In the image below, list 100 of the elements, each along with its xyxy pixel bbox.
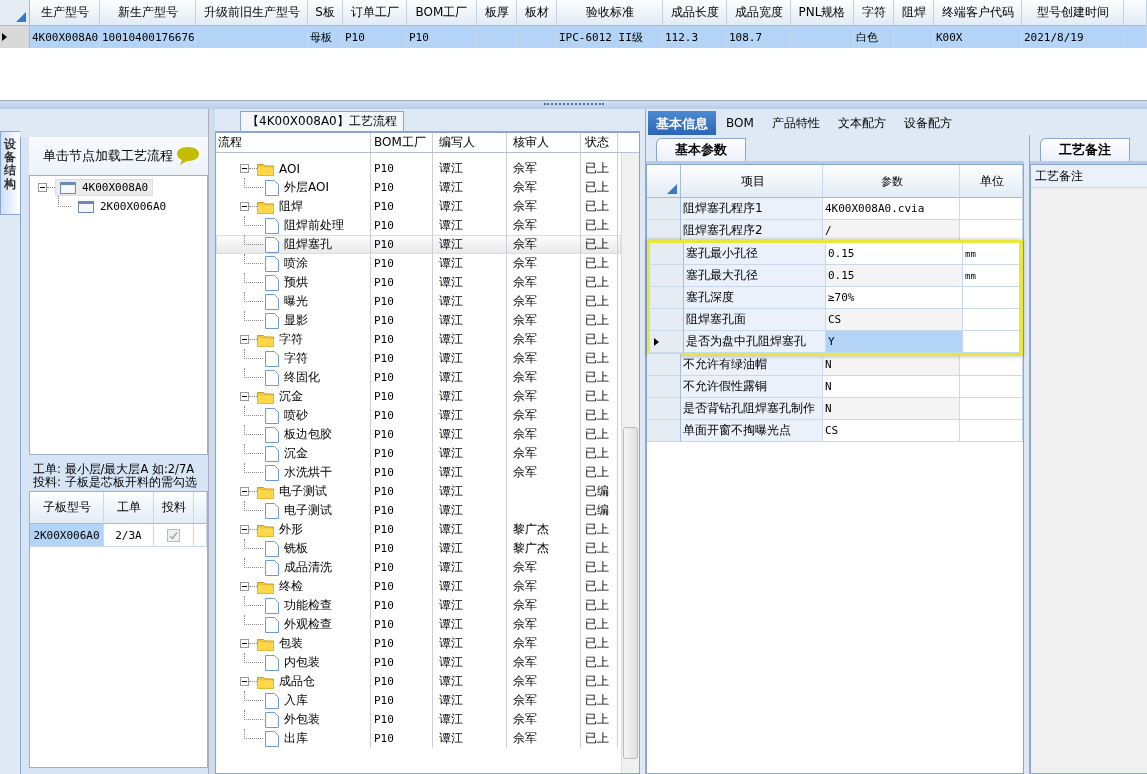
collapse-icon[interactable] (240, 164, 249, 173)
tree-item[interactable]: 阻焊塞孔 (284, 236, 332, 253)
tree-item[interactable]: 沉金 (279, 388, 303, 405)
tree-item[interactable]: 预烘 (284, 274, 308, 291)
tree-item[interactable]: 铣板 (284, 540, 308, 557)
column-header[interactable]: 验收标准 (557, 0, 663, 26)
tree-item[interactable]: 显影 (284, 312, 308, 329)
column-header[interactable]: 型号创建时间 (1022, 0, 1124, 26)
column-header[interactable]: 板厚 (477, 0, 517, 26)
column-header[interactable]: 升级前旧生产型号 (196, 0, 308, 26)
column-header[interactable]: 成品宽度 (727, 0, 791, 26)
sub-tab[interactable]: 工艺备注 (1040, 138, 1130, 161)
collapse-icon[interactable] (240, 392, 249, 401)
column-header[interactable]: 核审人 (507, 133, 581, 152)
column-header[interactable]: 阻焊 (894, 0, 934, 26)
row-header[interactable] (0, 26, 30, 48)
tree-item[interactable]: 曝光 (284, 293, 308, 310)
column-header[interactable]: 参数 (823, 165, 960, 198)
collapse-icon[interactable] (240, 582, 249, 591)
table-cell: 佘军 (507, 425, 581, 444)
splitter-bar[interactable] (208, 109, 215, 774)
tree-item[interactable]: 终检 (279, 578, 303, 595)
scrollbar[interactable] (621, 153, 639, 773)
tree-item[interactable]: 2K00X006A0 (74, 199, 171, 214)
tree-item[interactable]: 水洗烘干 (284, 464, 332, 481)
table-cell: 塞孔深度 (684, 287, 826, 309)
tree-item[interactable]: 字符 (284, 350, 308, 367)
tab[interactable]: 产品特性 (763, 111, 828, 135)
tree-item[interactable]: AOI (279, 161, 300, 176)
tree-item[interactable]: 沉金 (284, 445, 308, 462)
splitter-bar[interactable] (0, 100, 1147, 109)
collapse-icon[interactable] (240, 335, 249, 344)
column-header[interactable]: 子板型号 (30, 492, 104, 524)
column-header[interactable]: 工单 (104, 492, 154, 524)
tree-item[interactable]: 包装 (279, 635, 303, 652)
tree-item[interactable]: 喷砂 (284, 407, 308, 424)
collapse-icon[interactable] (240, 202, 249, 211)
column-header[interactable]: 板材 (517, 0, 557, 26)
collapse-icon[interactable] (38, 183, 47, 192)
column-header[interactable]: 生产型号 (30, 0, 100, 26)
collapse-icon[interactable] (240, 677, 249, 686)
column-header[interactable]: BOM工厂 (371, 133, 433, 152)
collapse-icon[interactable] (240, 525, 249, 534)
tree-item[interactable]: 板边包胶 (284, 426, 332, 443)
table-cell: 佘军 (507, 710, 581, 729)
column-header[interactable]: 新生产型号 (100, 0, 196, 26)
tree-item[interactable]: 喷涂 (284, 255, 308, 272)
tree-item[interactable]: 字符 (279, 331, 303, 348)
tree-line (244, 691, 263, 701)
column-header[interactable] (1124, 0, 1147, 26)
table-cell: P10 (371, 463, 433, 482)
tree-item[interactable]: 外层AOI (284, 179, 329, 196)
document-icon (265, 255, 279, 272)
collapse-icon[interactable] (240, 487, 249, 496)
column-header[interactable]: S板 (308, 0, 343, 26)
tree-item[interactable]: 外观检查 (284, 616, 332, 633)
column-header[interactable]: 字符 (854, 0, 894, 26)
tab[interactable]: 基本信息 (648, 111, 716, 135)
column-header[interactable]: 终端客户代码 (934, 0, 1022, 26)
tree-item[interactable]: 阻焊 (279, 198, 303, 215)
checkbox[interactable] (167, 528, 180, 542)
column-header[interactable]: 成品长度 (663, 0, 727, 26)
tree-item[interactable]: 终固化 (284, 369, 320, 386)
row-header[interactable] (650, 331, 684, 353)
tab[interactable]: 设备配方 (895, 111, 960, 135)
column-header[interactable]: 投料 (154, 492, 194, 524)
tree-item[interactable]: 入库 (284, 692, 308, 709)
table-cell: 黎广杰 (507, 520, 581, 539)
tree-item[interactable]: 电子测试 (279, 483, 327, 500)
table-cell: 谭江 (433, 425, 507, 444)
tree-item[interactable]: 外包装 (284, 711, 320, 728)
document-icon (265, 464, 279, 481)
table-cell: 佘军 (507, 729, 581, 748)
column-header[interactable]: 流程 (216, 133, 371, 152)
tree-item[interactable]: 出库 (284, 730, 308, 747)
tree-item[interactable]: 阻焊前处理 (284, 217, 344, 234)
column-header[interactable]: PNL规格 (791, 0, 854, 26)
table-cell: mm (963, 265, 1020, 287)
column-header[interactable]: 单位 (960, 165, 1023, 198)
column-header[interactable]: 订单工厂 (343, 0, 407, 26)
side-tab[interactable]: 设备结构 (0, 131, 20, 215)
column-header[interactable]: 项目 (681, 165, 823, 198)
collapse-icon[interactable] (240, 639, 249, 648)
column-header[interactable]: 状态 (581, 133, 618, 152)
column-header[interactable] (194, 492, 207, 524)
table-cell: 佘军 (507, 254, 581, 273)
tab[interactable]: BOM (718, 111, 762, 135)
table-cell: 佘军 (507, 634, 581, 653)
tree-item[interactable]: 内包装 (284, 654, 320, 671)
tree-item[interactable]: 外形 (279, 521, 303, 538)
tree-item[interactable]: 4K00X008A0 (55, 179, 154, 196)
table-cell (960, 420, 1023, 442)
tree-item[interactable]: 电子测试 (284, 502, 332, 519)
tree-item[interactable]: 成品仓 (279, 673, 315, 690)
sub-tab[interactable]: 基本参数 (656, 138, 746, 161)
tab[interactable]: 文本配方 (829, 111, 894, 135)
column-header[interactable]: BOM工厂 (407, 0, 477, 26)
tree-item[interactable]: 功能检查 (284, 597, 332, 614)
tree-item[interactable]: 成品清洗 (284, 559, 332, 576)
column-header[interactable]: 编写人 (433, 133, 507, 152)
